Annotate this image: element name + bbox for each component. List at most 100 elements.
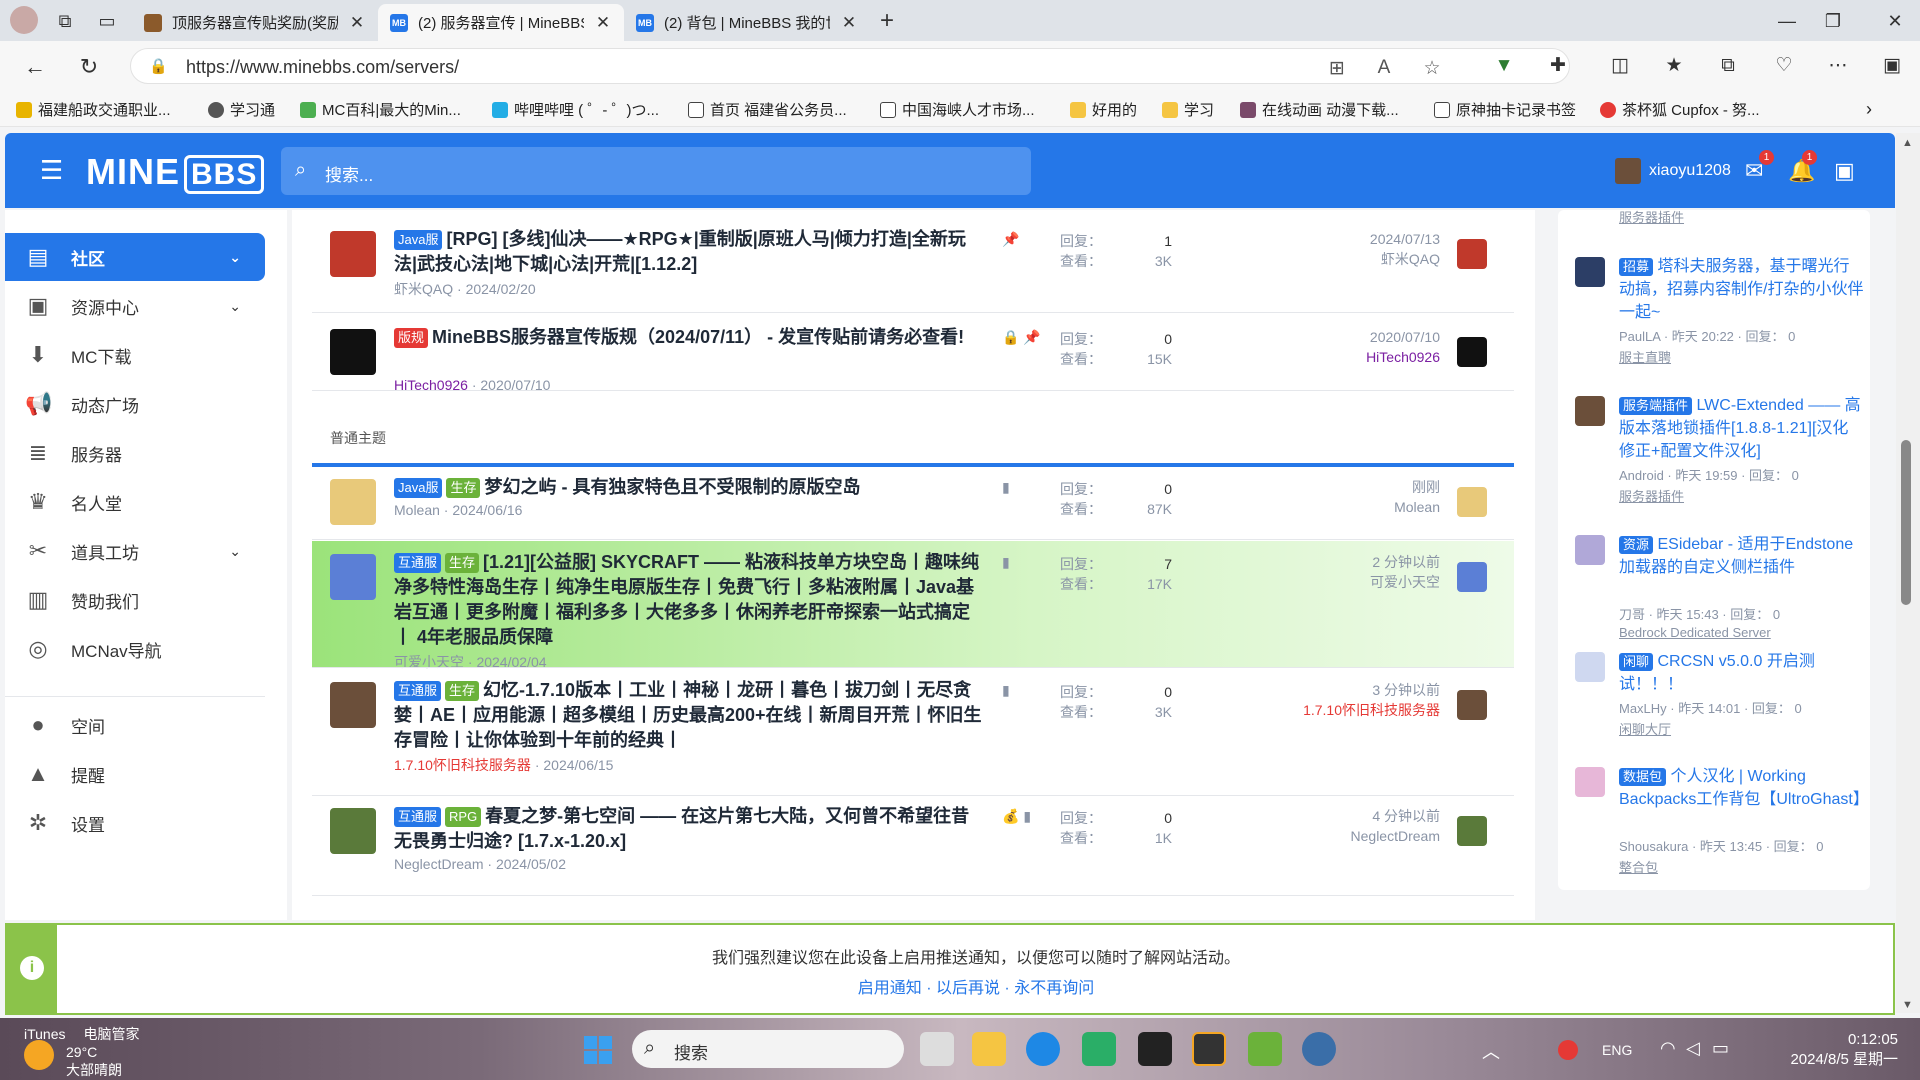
forum-link[interactable]: 闲聊大厅 bbox=[1619, 719, 1671, 738]
refresh-icon[interactable]: ↻ bbox=[76, 54, 102, 80]
chevron-down-icon[interactable]: ⌄ bbox=[229, 543, 241, 560]
thread-title[interactable]: Java服 [RPG] [多线]仙决——★RPG★|重制版|原班人马|倾力打造|全… bbox=[394, 227, 984, 277]
tray-app-icon[interactable] bbox=[1558, 1040, 1578, 1060]
bookmark[interactable]: 福建船政交通职业... bbox=[16, 99, 171, 120]
split-screen-icon[interactable]: ◫ bbox=[1608, 54, 1632, 78]
sidebar-item[interactable]: ≣ 服务器 bbox=[5, 429, 265, 477]
sidebar-item[interactable]: 📢 动态广场 bbox=[5, 380, 265, 428]
extensions-icon[interactable]: ✚ bbox=[1546, 54, 1570, 78]
chevron-down-icon[interactable]: ⌄ bbox=[229, 298, 241, 315]
avatar[interactable] bbox=[1575, 767, 1605, 797]
avatar[interactable] bbox=[1575, 257, 1605, 287]
thread-author[interactable]: 虾米QAQ bbox=[394, 281, 453, 297]
sidebar-item[interactable]: ✲ 设置 bbox=[5, 799, 265, 847]
last-post-date[interactable]: 刚刚 bbox=[1232, 477, 1440, 497]
thread-title-text[interactable]: 幻忆-1.7.10版本丨工业丨神秘丨龙研丨暮色丨拔刀剑丨无尽贪婪丨AE丨应用能源… bbox=[394, 680, 982, 750]
avatar[interactable] bbox=[1575, 652, 1605, 682]
thread-prefix-badge[interactable]: 互通服 bbox=[394, 681, 442, 701]
thread-date[interactable]: 2024/05/02 bbox=[496, 856, 566, 872]
avatar[interactable] bbox=[330, 808, 376, 854]
thread-title[interactable]: 互通服 生存 [1.21][公益服] SKYCRAFT —— 粘液科技单方块空岛丨趣… bbox=[394, 550, 984, 650]
bookmark[interactable]: 在线动画 动漫下载... bbox=[1240, 99, 1399, 120]
thread-title-text[interactable]: MineBBS服务器宣传版规（2024/07/11） - 发宣传贴前请务必查看! bbox=[432, 327, 964, 347]
favorites-icon[interactable]: ★ bbox=[1662, 54, 1686, 78]
sidebar-item[interactable]: ▲ 提醒 bbox=[5, 750, 265, 798]
bookmark[interactable]: 首页 福建省公务员... bbox=[688, 99, 847, 120]
back-icon[interactable]: ← bbox=[22, 54, 48, 80]
thread-row[interactable]: 互通服 生存 [1.21][公益服] SKYCRAFT —— 粘液科技单方块空岛丨趣… bbox=[312, 541, 1514, 670]
thread-date[interactable]: 2024/06/16 bbox=[452, 502, 522, 518]
avatar[interactable] bbox=[330, 231, 376, 277]
sidebar-item[interactable]: ▣ 资源中心 ⌄ bbox=[5, 282, 265, 330]
scroll-up-icon[interactable]: ▲ bbox=[1902, 137, 1913, 149]
read-aloud-icon[interactable]: A bbox=[1373, 57, 1395, 79]
thread-prefix-badge[interactable]: 版规 bbox=[394, 328, 429, 348]
tray-chevron-icon[interactable]: ︿ bbox=[1482, 1038, 1500, 1064]
avatar[interactable] bbox=[1457, 816, 1487, 846]
wifi-icon[interactable]: ◠ bbox=[1660, 1038, 1676, 1059]
close-icon[interactable]: ✕ bbox=[348, 13, 366, 33]
tab-actions-icon[interactable]: ▭ bbox=[96, 10, 118, 32]
qq-icon[interactable] bbox=[1138, 1032, 1172, 1066]
lock-icon[interactable]: 🔒 bbox=[149, 57, 168, 75]
avatar[interactable] bbox=[330, 682, 376, 728]
taskbar-search[interactable]: ⌕ 搜索 bbox=[632, 1030, 904, 1068]
avatar[interactable] bbox=[1457, 239, 1487, 269]
new-tab-icon[interactable]: + bbox=[876, 9, 898, 33]
scroll-down-icon[interactable]: ▼ bbox=[1902, 999, 1913, 1011]
latest-thread-title[interactable]: 数据包 个人汉化 | Working Backpacks工作背包【UltroGh… bbox=[1619, 765, 1869, 811]
sidebar-item[interactable]: ● 空间 bbox=[5, 701, 265, 749]
avatar[interactable] bbox=[1575, 396, 1605, 426]
apps-icon[interactable]: ⊞ bbox=[1326, 57, 1348, 80]
minecraft-icon[interactable] bbox=[1248, 1032, 1282, 1066]
chevron-right-icon[interactable]: › bbox=[1866, 99, 1872, 120]
last-post-date[interactable]: 3 分钟以前 bbox=[1232, 680, 1440, 700]
avatar[interactable] bbox=[1457, 562, 1487, 592]
avatar[interactable] bbox=[1457, 690, 1487, 720]
sidebar-item[interactable]: ✂ 道具工坊 ⌄ bbox=[5, 527, 265, 575]
more-menu-icon[interactable]: ⋯ bbox=[1826, 54, 1850, 78]
system-clock[interactable]: 0:12:05 2024/8/5 星期一 bbox=[1738, 1030, 1918, 1070]
last-post-date[interactable]: 4 分钟以前 bbox=[1232, 806, 1440, 826]
workspaces-icon[interactable]: ⧉ bbox=[54, 10, 76, 32]
close-icon[interactable]: ✕ bbox=[840, 13, 858, 33]
windows-start-icon[interactable] bbox=[584, 1036, 612, 1064]
thread-prefix-badge[interactable]: 生存 bbox=[446, 478, 481, 498]
sidebar-toggle-icon[interactable]: ▣ bbox=[1880, 54, 1904, 78]
edge-icon[interactable] bbox=[1026, 1032, 1060, 1066]
sidebar-item[interactable]: ▥ 赞助我们 bbox=[5, 576, 265, 624]
close-icon[interactable]: ✕ bbox=[594, 13, 612, 33]
chevron-down-icon[interactable]: ⌄ bbox=[229, 249, 241, 266]
thread-date[interactable]: 2024/02/20 bbox=[466, 281, 536, 297]
thread-title[interactable]: 互通服 生存 幻忆-1.7.10版本丨工业丨神秘丨龙研丨暮色丨拔刀剑丨无尽贪婪丨AE… bbox=[394, 678, 984, 753]
thread-prefix-badge[interactable]: RPG bbox=[445, 807, 482, 827]
bookmark-folder[interactable]: 好用的 bbox=[1070, 99, 1137, 120]
thread-title-text[interactable]: [RPG] [多线]仙决——★RPG★|重制版|原班人马|倾力打造|全新玩法|武… bbox=[394, 229, 966, 274]
tab-3[interactable]: MB (2) 背包 | MineBBS 我的世界中文 ✕ bbox=[624, 4, 870, 41]
last-post-date[interactable]: 2 分钟以前 bbox=[1232, 552, 1440, 572]
battery-icon[interactable]: ▭ bbox=[1712, 1038, 1729, 1059]
last-post-user[interactable]: Molean bbox=[1232, 497, 1440, 517]
latest-thread-title[interactable]: 资源 ESidebar - 适用于Endstone加载器的自定义侧栏插件 bbox=[1619, 533, 1864, 579]
search-input[interactable]: ⌕ 搜索... bbox=[281, 147, 1031, 195]
minimize-icon[interactable]: — bbox=[1776, 10, 1798, 32]
url-bar[interactable]: 🔒 https://www.minebbs.com/servers/ ⊞ A ☆ bbox=[130, 48, 1570, 84]
thread-title[interactable]: Java服 生存 梦幻之屿 - 具有独家特色且不受限制的原版空岛 bbox=[394, 475, 984, 500]
favorite-star-icon[interactable]: ☆ bbox=[1421, 57, 1443, 80]
thread-row[interactable]: 版规 MineBBS服务器宣传版规（2024/07/11） - 发宣传贴前请务必查… bbox=[312, 314, 1514, 393]
tab-2[interactable]: MB (2) 服务器宣传 | MineBBS 我的世 ✕ bbox=[378, 4, 624, 41]
thread-prefix-badge[interactable]: 互通服 bbox=[394, 553, 442, 573]
site-logo[interactable]: MINE BBS bbox=[86, 151, 265, 194]
thread-title[interactable]: 互通服 RPG 春夏之梦-第七空间 —— 在这片第七大陆，又何曾不希望往昔无畏勇士归… bbox=[394, 804, 984, 854]
forum-link[interactable]: Bedrock Dedicated Server bbox=[1619, 625, 1771, 640]
last-post-user[interactable]: NeglectDream bbox=[1232, 826, 1440, 846]
sidebar-item[interactable]: ⬇ MC下载 bbox=[5, 331, 265, 379]
notice-links[interactable]: 启用通知 · 以后再说 · 永不再询问 bbox=[58, 974, 1894, 998]
wallet-icon[interactable]: ▣ bbox=[1834, 158, 1855, 184]
browser-essentials-icon[interactable]: ♡ bbox=[1772, 54, 1796, 78]
menu-icon[interactable]: ☰ bbox=[40, 155, 63, 186]
url-text[interactable]: https://www.minebbs.com/servers/ bbox=[186, 57, 459, 78]
bookmark[interactable]: 茶杯狐 Cupfox - 努... bbox=[1600, 99, 1760, 120]
bookmark[interactable]: 原神抽卡记录书签 bbox=[1434, 99, 1576, 120]
thread-prefix-badge[interactable]: Java服 bbox=[394, 478, 443, 498]
